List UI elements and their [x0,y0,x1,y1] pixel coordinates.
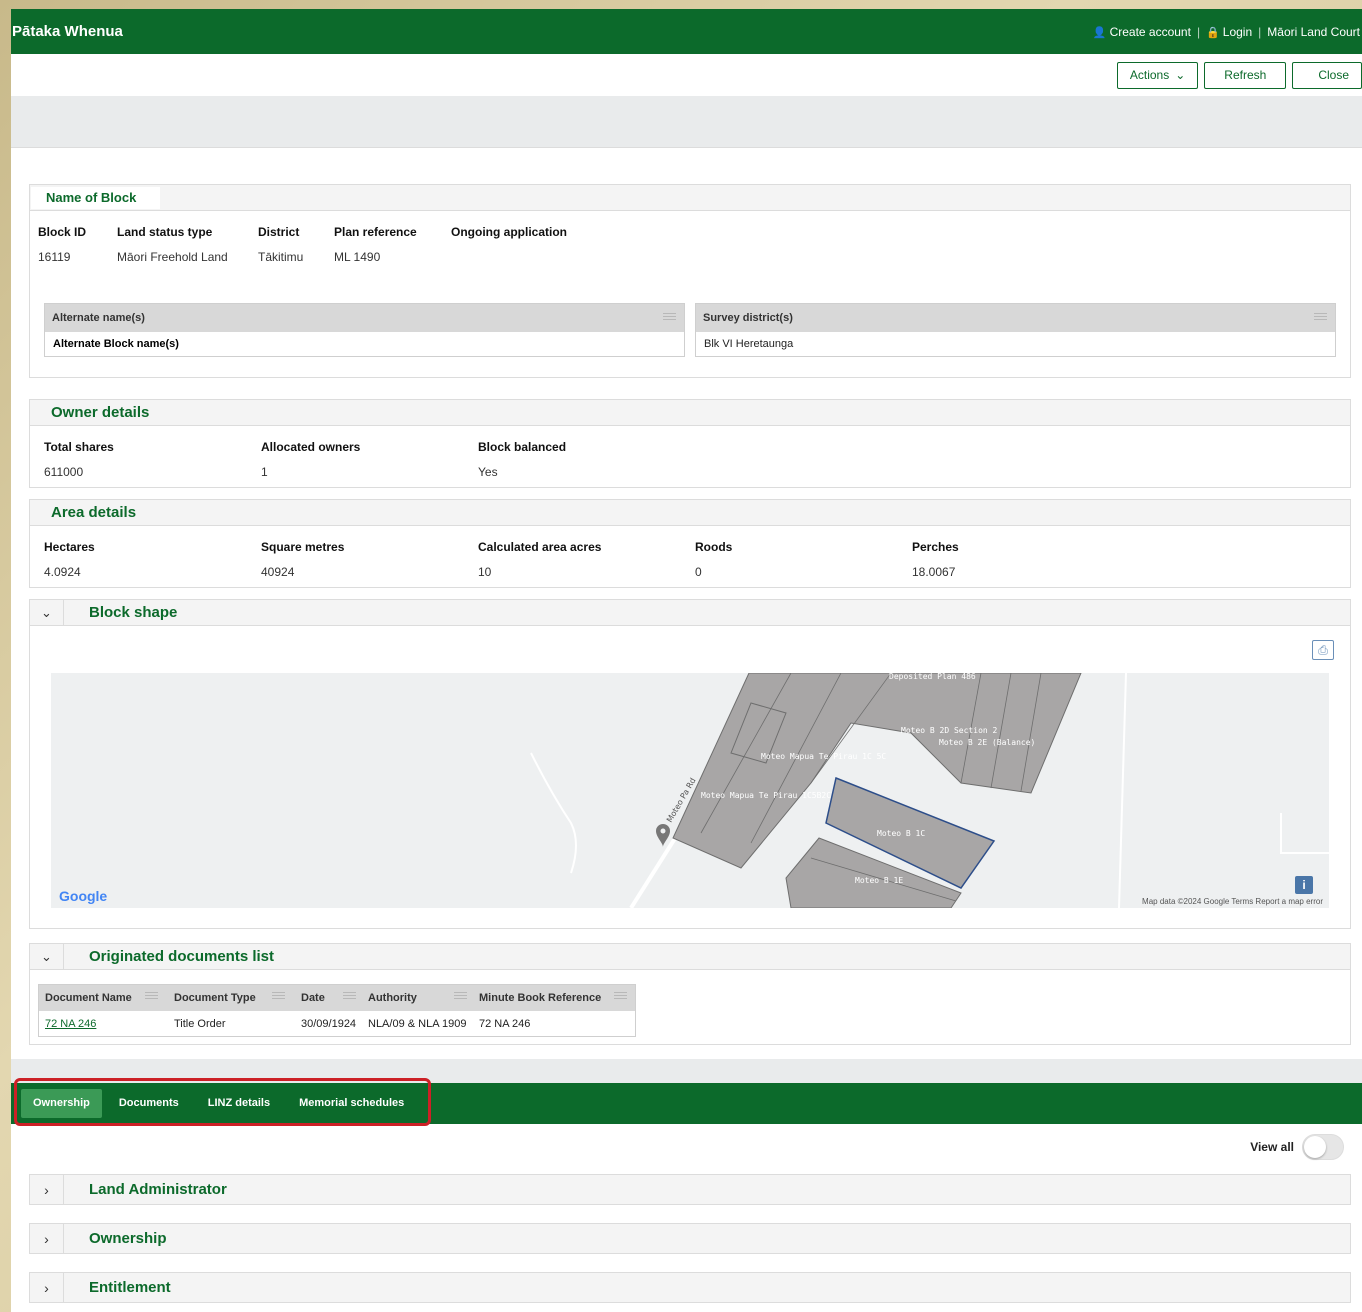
col-document-name[interactable]: Document Name [39,992,166,1004]
view-all-control: View all [1250,1134,1344,1160]
owner-panel-header: Owner details [30,400,1350,426]
accordion-ownership[interactable]: › Ownership [29,1223,1351,1254]
chevron-down-icon: ⌄ [1175,68,1186,82]
parcel-label-1e: Moteo B 1E [855,876,903,885]
block-title: Name of Block [31,186,161,209]
chevron-right-icon[interactable]: › [30,1175,64,1204]
block-balanced-field: Block balanced Yes [478,440,567,479]
documents-panel: ⌄ Originated documents list Document Nam… [29,943,1351,1045]
document-link[interactable]: 72 NA 246 [45,1018,96,1030]
close-button[interactable]: Close [1292,61,1362,89]
create-account-link[interactable]: 👤 Create account [1093,25,1191,39]
accordion-entitlement[interactable]: › Entitlement [29,1272,1351,1303]
map-graphic: Moteo B 1C Moteo B 1E Moteo Mapua Te Pir… [51,673,1329,908]
tab-memorial-schedules[interactable]: Memorial schedules [287,1089,416,1118]
owner-title: Owner details [51,404,150,421]
filter-icon[interactable] [343,992,356,1002]
parcel-label-mapua2: Moteo Mapua Te Pirau 1C5B2C [701,791,831,800]
parcel-label-balance: Moteo B 2E (Balance) [939,738,1035,747]
user-icon: 👤 [1092,26,1107,39]
survey-district-value: Blk VI Heretaunga [696,332,1335,356]
filter-icon[interactable] [454,992,467,1002]
info-icon[interactable]: i [1295,876,1313,894]
documents-title: Originated documents list [89,948,275,965]
chevron-right-icon[interactable]: › [30,1224,64,1253]
block-panel-header: Name of Block [30,185,1350,211]
court-link[interactable]: Māori Land Court [1267,25,1360,39]
block-map[interactable]: Moteo B 1C Moteo B 1E Moteo Mapua Te Pir… [51,673,1329,908]
view-all-toggle[interactable] [1302,1134,1344,1160]
perches-field: Perches 18.0067 [912,540,959,579]
tab-bar: Ownership Documents LINZ details Memoria… [11,1083,1362,1124]
block-panel: Name of Block Block ID 16119 Land status… [29,184,1351,378]
roods-field: Roods 0 [695,540,733,579]
map-footer: Map data ©2024 Google Terms Report a map… [1142,897,1323,906]
gray-band [11,96,1362,148]
accordion-land-administrator[interactable]: › Land Administrator [29,1174,1351,1205]
alternate-names-value: Alternate Block name(s) [45,332,684,356]
top-bar: Pātaka Whenua 👤 Create account | 🔒 Login |… [11,9,1362,54]
actions-button[interactable]: Actions ⌄ [1116,61,1199,89]
view-all-label: View all [1250,1140,1294,1154]
documents-header[interactable]: ⌄ Originated documents list [30,944,1350,970]
filter-icon[interactable] [272,992,285,1002]
ongoing-application-field: Ongoing application [451,225,567,239]
parcel-label-2d: Moteo B 2D Section 2 [901,726,998,735]
documents-table-header: Document Name Document Type Date Authori… [39,985,635,1011]
separator: | [1196,24,1201,39]
gray-separator [11,1059,1362,1083]
parcel-label-1c: Moteo B 1C [877,829,925,838]
survey-districts-grid: Survey district(s) Blk VI Heretaunga [695,303,1336,357]
table-row: 72 NA 246 Title Order 30/09/1924 NLA/09 … [45,1017,531,1030]
district-field: District Tākitimu [258,225,304,264]
alternate-names-header: Alternate name(s) [45,304,684,332]
block-id-field: Block ID 16119 [38,225,87,264]
chevron-down-icon[interactable]: ⌄ [30,600,64,625]
block-shape-panel: ⌄ Block shape ⎙ Moteo B 1C Moteo B 1E Mo… [29,599,1351,929]
tab-linz-details[interactable]: LINZ details [196,1089,282,1118]
land-status-field: Land status type Māori Freehold Land [117,225,228,264]
col-date[interactable]: Date [293,992,364,1004]
chevron-right-icon[interactable]: › [30,1273,64,1302]
col-minute-book[interactable]: Minute Book Reference [475,992,635,1004]
acres-field: Calculated area acres 10 [478,540,602,579]
alternate-names-grid: Alternate name(s) Alternate Block name(s… [44,303,685,357]
area-panel: Area details Hectares 4.0924 Square metr… [29,499,1351,588]
block-shape-header[interactable]: ⌄ Block shape [30,600,1350,626]
tab-ownership[interactable]: Ownership [21,1089,102,1118]
print-icon[interactable]: ⎙ [1312,640,1334,660]
block-shape-title: Block shape [89,604,178,621]
filter-icon[interactable] [663,313,676,323]
filter-icon[interactable] [614,992,627,1002]
total-shares-field: Total shares 611000 [44,440,114,479]
brand-title: Pātaka Whenua [12,23,123,40]
refresh-button[interactable]: Refresh [1204,61,1287,89]
filter-icon[interactable] [145,992,158,1002]
plan-reference-field: Plan reference ML 1490 [334,225,417,264]
tab-documents[interactable]: Documents [107,1089,191,1118]
square-metres-field: Square metres 40924 [261,540,345,579]
chevron-down-icon[interactable]: ⌄ [30,944,64,969]
filter-icon[interactable] [1314,313,1327,323]
parcel-label-mapua: Moteo Mapua Te Pirau 1C 5C [761,752,886,761]
google-logo: Google [59,888,108,904]
area-panel-header: Area details [30,500,1350,526]
login-link[interactable]: 🔒 Login [1206,25,1252,39]
separator: | [1258,24,1262,39]
col-authority[interactable]: Authority [364,992,475,1004]
app-window: Pātaka Whenua 👤 Create account | 🔒 Login |… [11,9,1362,1312]
owner-panel: Owner details Total shares 611000 Alloca… [29,399,1351,488]
hectares-field: Hectares 4.0924 [44,540,95,579]
allocated-owners-field: Allocated owners 1 [261,440,361,479]
col-document-type[interactable]: Document Type [166,992,293,1004]
area-title: Area details [51,504,137,521]
top-links: 👤 Create account | 🔒 Login | Māori Land Co… [1093,25,1362,39]
lock-icon: 🔒 [1206,26,1220,39]
survey-districts-header: Survey district(s) [696,304,1335,332]
documents-table: Document Name Document Type Date Authori… [38,984,636,1037]
parcel-label-dp: Deposited Plan 486 [889,673,976,681]
toolbar: Actions ⌄ Refresh Close [11,54,1362,96]
